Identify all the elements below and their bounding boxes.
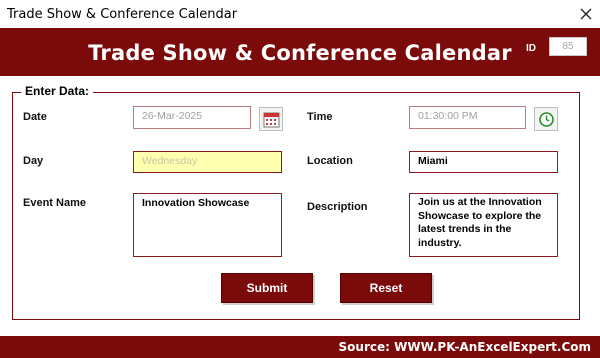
id-field: 85: [549, 37, 587, 56]
reset-button[interactable]: Reset: [340, 273, 432, 303]
date-field[interactable]: 26-Mar-2025: [133, 106, 251, 129]
location-label: Location: [307, 155, 353, 167]
header-banner: Trade Show & Conference Calendar ID 85: [0, 28, 600, 76]
description-label: Description: [307, 201, 368, 213]
window-title: Trade Show & Conference Calendar: [7, 7, 238, 22]
event-name-label: Event Name: [23, 197, 86, 209]
time-field[interactable]: 01:30:00 PM: [409, 106, 526, 129]
date-picker-button[interactable]: [259, 107, 283, 131]
enter-data-legend: Enter Data:: [21, 84, 94, 98]
description-field[interactable]: Join us at the Innovation Showcase to ex…: [409, 193, 558, 257]
day-field: Wednesday: [133, 151, 282, 173]
time-label: Time: [307, 111, 333, 123]
location-field[interactable]: Miami: [409, 151, 558, 173]
close-icon: [580, 8, 592, 20]
close-button[interactable]: [572, 0, 600, 28]
page-title: Trade Show & Conference Calendar: [88, 41, 512, 65]
submit-button[interactable]: Submit: [221, 273, 313, 303]
clock-icon: [539, 112, 554, 127]
event-name-field[interactable]: Innovation Showcase: [133, 193, 282, 257]
time-picker-button[interactable]: [534, 107, 558, 131]
calendar-icon: [263, 112, 280, 128]
footer-bar: Source: WWW.PK-AnExcelExpert.Com: [0, 336, 600, 358]
source-credit: Source: WWW.PK-AnExcelExpert.Com: [338, 340, 591, 354]
window-titlebar: Trade Show & Conference Calendar: [0, 0, 600, 28]
id-label: ID: [526, 43, 536, 54]
date-label: Date: [23, 111, 47, 123]
day-label: Day: [23, 155, 44, 167]
